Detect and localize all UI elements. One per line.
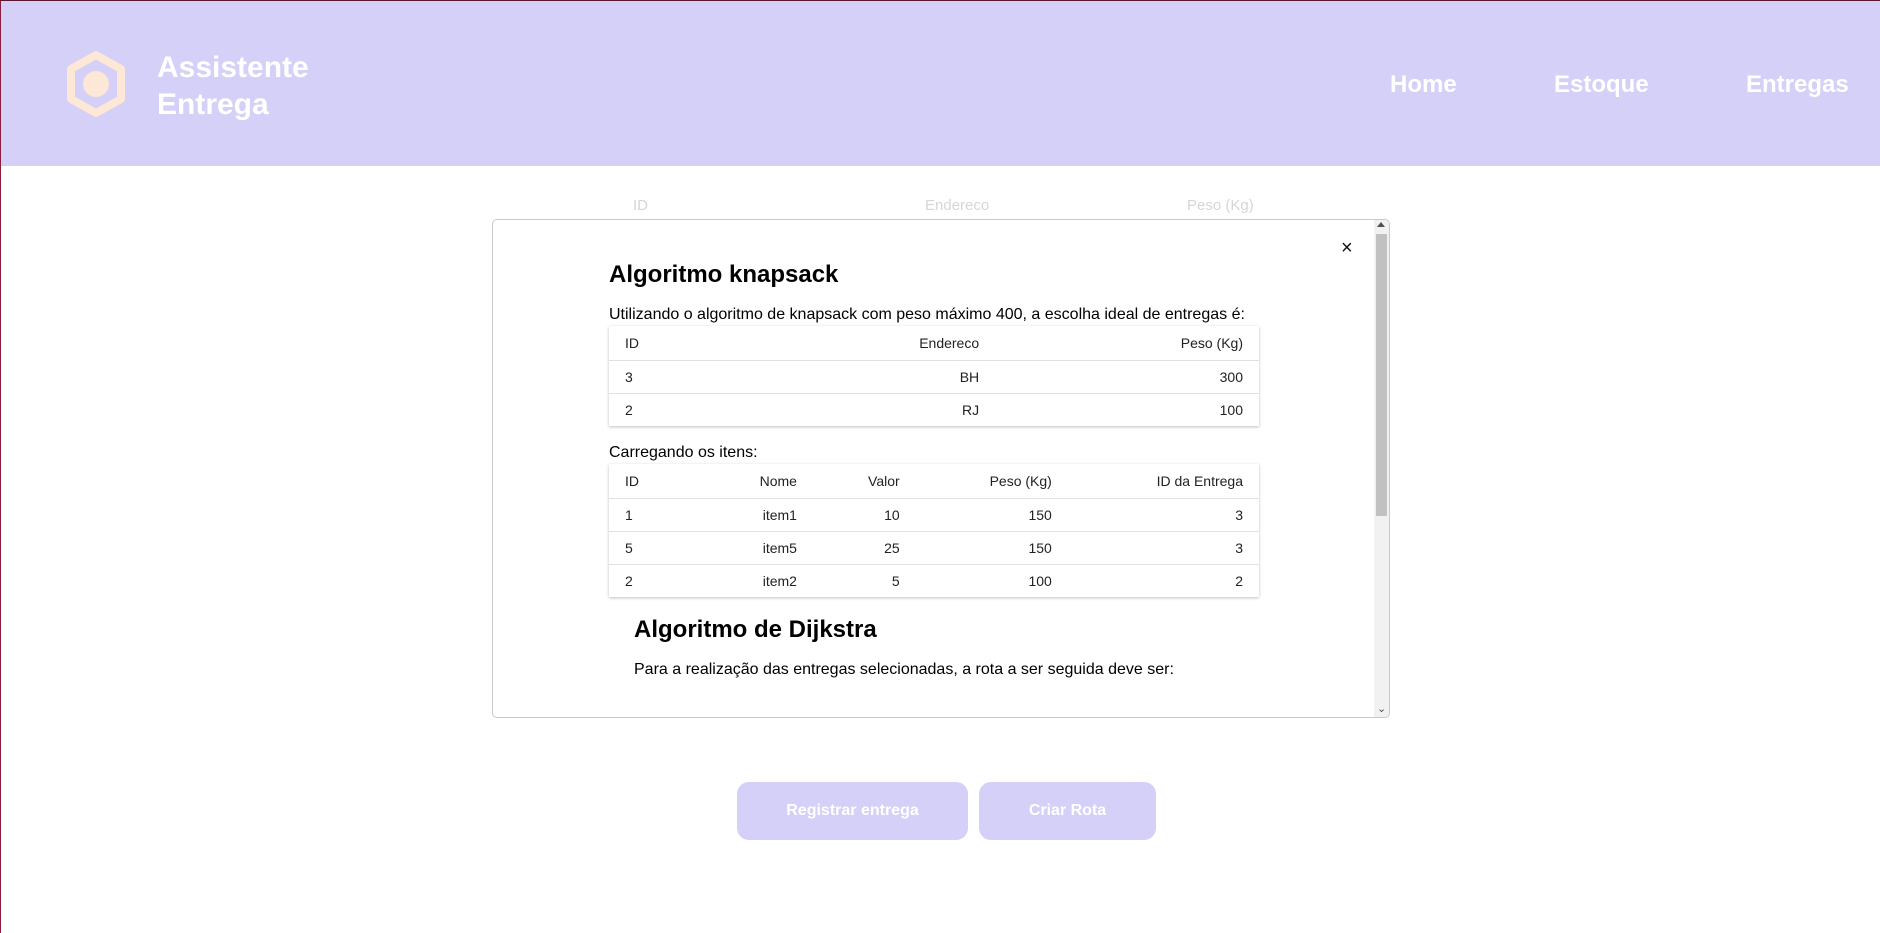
- cell-id: 5: [609, 531, 701, 565]
- deliveries-table: ID Endereco Peso (Kg) 3 BH 300 2 RJ 100: [609, 326, 1259, 426]
- bg-header-peso: Peso (Kg): [1187, 197, 1254, 214]
- scroll-up-icon[interactable]: [1377, 222, 1385, 227]
- column-header-id: ID: [609, 326, 738, 361]
- cell-nome: item2: [762, 573, 797, 589]
- brand-line-1: Assistente: [157, 51, 309, 84]
- nav-home-link[interactable]: Home: [1390, 71, 1457, 99]
- cell-id-entrega: 3: [1067, 531, 1259, 565]
- cell-valor: 25: [812, 531, 916, 565]
- table-row: 5 item5 25 150 3: [609, 531, 1259, 565]
- dijkstra-title: Algoritmo de Dijkstra: [634, 616, 877, 643]
- cell-peso: 100: [1028, 573, 1052, 589]
- brand-line-2: Entrega: [157, 88, 269, 121]
- results-modal: × Algoritmo knapsack Utilizando o algori…: [492, 219, 1390, 718]
- nav-estoque-link[interactable]: Estoque: [1554, 71, 1649, 99]
- cell-id: 2: [625, 402, 633, 418]
- cell-peso: 150: [915, 531, 1068, 565]
- column-header-valor: Valor: [812, 464, 916, 499]
- create-route-button[interactable]: Criar Rota: [979, 782, 1156, 840]
- table-header-row: ID Endereco Peso (Kg): [609, 326, 1259, 361]
- cell-endereco: BH: [737, 360, 996, 394]
- table-row: 2 RJ 100: [609, 394, 1259, 427]
- cell-nome: item5: [701, 531, 813, 565]
- modal-scrollbar[interactable]: ⌄: [1374, 220, 1389, 717]
- nav-entregas-link[interactable]: Entregas: [1746, 71, 1849, 99]
- table-row: 2 item2 5 100 2: [609, 565, 1259, 598]
- column-header-peso: Peso (Kg): [995, 326, 1259, 361]
- cell-endereco: RJ: [962, 402, 980, 418]
- cell-id: 3: [609, 360, 738, 394]
- table-header-row: ID Nome Valor Peso (Kg) ID da Entrega: [609, 464, 1259, 499]
- cell-id-entrega: 3: [1067, 498, 1259, 532]
- column-header-nome: Nome: [701, 464, 813, 499]
- table-row: 1 item1 10 150 3: [609, 498, 1259, 532]
- cell-peso: 150: [915, 498, 1068, 532]
- cell-id: 1: [609, 498, 701, 532]
- knapsack-title: Algoritmo knapsack: [609, 261, 839, 288]
- cell-peso: 100: [1219, 402, 1243, 418]
- cell-valor: 5: [891, 573, 900, 589]
- bg-header-endereco: Endereco: [925, 197, 990, 214]
- register-delivery-button[interactable]: Registrar entrega: [737, 782, 968, 840]
- brand-title: Assistente Entrega: [157, 49, 309, 123]
- column-header-id-entrega: ID da Entrega: [1067, 464, 1259, 499]
- items-table: ID Nome Valor Peso (Kg) ID da Entrega 1 …: [609, 464, 1259, 597]
- close-icon[interactable]: ×: [1341, 238, 1353, 258]
- top-header: Assistente Entrega Home Estoque Entregas: [1, 1, 1880, 166]
- column-header-endereco: Endereco: [737, 326, 996, 361]
- cell-id-entrega: 2: [1235, 573, 1243, 589]
- column-header-id: ID: [609, 464, 701, 499]
- chevron-down-icon[interactable]: ⌄: [1377, 704, 1386, 715]
- cell-peso: 300: [995, 360, 1259, 394]
- bg-header-id: ID: [633, 197, 648, 214]
- cell-valor: 10: [812, 498, 916, 532]
- table-row: 3 BH 300: [609, 360, 1259, 394]
- cell-id: 2: [625, 573, 633, 589]
- hexagon-ring-icon: [67, 51, 125, 117]
- cell-nome: item1: [701, 498, 813, 532]
- scroll-thumb[interactable]: [1376, 234, 1387, 516]
- column-header-peso: Peso (Kg): [915, 464, 1068, 499]
- items-label: Carregando os itens:: [609, 444, 758, 461]
- dijkstra-description: Para a realização das entregas seleciona…: [634, 661, 1174, 678]
- knapsack-description: Utilizando o algoritmo de knapsack com p…: [609, 306, 1245, 323]
